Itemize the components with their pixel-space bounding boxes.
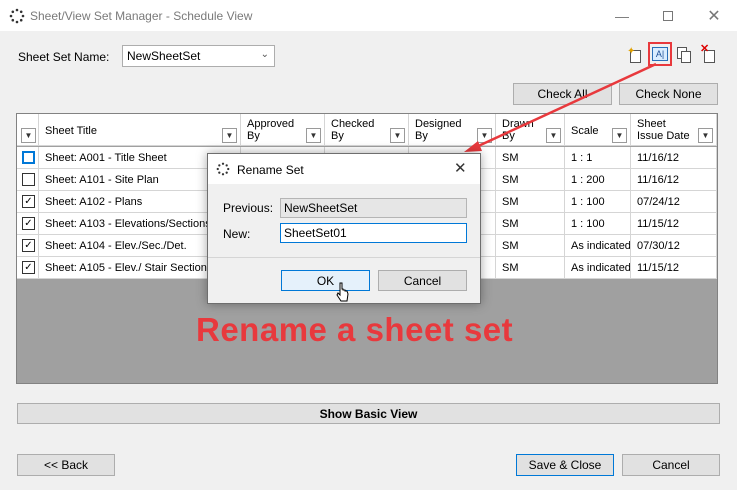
- ok-button[interactable]: OK: [281, 270, 370, 291]
- column-header-label: Approved By: [247, 118, 295, 142]
- table-cell[interactable]: 1 : 1: [565, 147, 631, 169]
- table-cell[interactable]: SM: [496, 147, 565, 169]
- column-header[interactable]: Sheet Title ▼: [39, 114, 241, 146]
- dialog-cancel-button[interactable]: Cancel: [378, 270, 467, 291]
- column-filter-dropdown[interactable]: ▼: [546, 128, 561, 143]
- new-name-input[interactable]: SheetSet01: [280, 223, 467, 243]
- table-cell[interactable]: As indicated: [565, 235, 631, 257]
- column-header[interactable]: ▼: [17, 114, 39, 146]
- row-checkbox-cell[interactable]: [17, 147, 39, 169]
- cancel-button[interactable]: Cancel: [622, 454, 720, 476]
- minimize-icon: —: [615, 7, 629, 24]
- column-header-label: Scale: [571, 125, 599, 137]
- close-icon: ✕: [707, 7, 721, 25]
- save-close-button[interactable]: Save & Close: [516, 454, 614, 476]
- close-icon[interactable]: ✕: [454, 159, 467, 177]
- app-icon: [9, 8, 25, 24]
- row-checkbox[interactable]: ✓: [22, 239, 35, 252]
- sheet-set-name-value: NewSheetSet: [127, 49, 201, 63]
- duplicate-set-icon[interactable]: [677, 47, 693, 63]
- new-label: New:: [223, 227, 251, 241]
- table-cell[interactable]: As indicated: [565, 257, 631, 279]
- table-cell[interactable]: SM: [496, 213, 565, 235]
- column-filter-dropdown[interactable]: ▼: [306, 128, 321, 143]
- table-cell[interactable]: 1 : 100: [565, 191, 631, 213]
- column-header-label: Designed By: [415, 118, 462, 142]
- row-checkbox-cell[interactable]: ✓: [17, 257, 39, 279]
- column-header-label: Sheet Title: [45, 125, 97, 137]
- column-header-label: Drawn By: [502, 118, 534, 142]
- column-header-label: Sheet Issue Date: [637, 118, 690, 142]
- column-header[interactable]: Approved By ▼: [241, 114, 325, 146]
- dialog-title-bar: Rename Set ✕: [208, 154, 480, 184]
- previous-label: Previous:: [223, 201, 274, 215]
- table-cell[interactable]: SM: [496, 257, 565, 279]
- dialog-title: Rename Set: [237, 163, 304, 177]
- table-cell[interactable]: 1 : 200: [565, 169, 631, 191]
- row-checkbox-cell[interactable]: ✓: [17, 235, 39, 257]
- chevron-down-icon: ⌄: [260, 49, 269, 60]
- previous-name-field: NewSheetSet: [280, 198, 467, 218]
- title-bar: Sheet/View Set Manager - Schedule View —…: [0, 0, 737, 31]
- row-checkbox[interactable]: [22, 151, 35, 164]
- table-cell[interactable]: SM: [496, 235, 565, 257]
- row-checkbox-cell[interactable]: [17, 169, 39, 191]
- maximize-button[interactable]: [645, 0, 691, 31]
- table-cell[interactable]: SM: [496, 169, 565, 191]
- row-checkbox-cell[interactable]: ✓: [17, 213, 39, 235]
- table-cell[interactable]: 07/24/12: [631, 191, 717, 213]
- table-cell[interactable]: 1 : 100: [565, 213, 631, 235]
- maximize-icon: [663, 10, 673, 21]
- minimize-button[interactable]: —: [599, 0, 645, 31]
- show-basic-view-button[interactable]: Show Basic View: [17, 403, 720, 424]
- column-header[interactable]: Sheet Issue Date ▼: [631, 114, 717, 146]
- row-checkbox[interactable]: ✓: [22, 195, 35, 208]
- sheet-set-name-dropdown[interactable]: NewSheetSet ⌄: [122, 45, 275, 67]
- column-filter-dropdown[interactable]: ▼: [612, 128, 627, 143]
- column-filter-dropdown[interactable]: ▼: [390, 128, 405, 143]
- table-cell[interactable]: SM: [496, 191, 565, 213]
- check-all-button[interactable]: Check All: [513, 83, 612, 105]
- new-set-icon[interactable]: ✦: [627, 46, 643, 64]
- row-checkbox[interactable]: [22, 173, 35, 186]
- sheet-set-name-label: Sheet Set Name:: [18, 50, 110, 64]
- table-cell[interactable]: 11/15/12: [631, 257, 717, 279]
- row-checkbox-cell[interactable]: ✓: [17, 191, 39, 213]
- table-cell[interactable]: 07/30/12: [631, 235, 717, 257]
- table-cell[interactable]: 11/16/12: [631, 169, 717, 191]
- column-header[interactable]: Designed By ▼: [409, 114, 496, 146]
- column-header[interactable]: Scale ▼: [565, 114, 631, 146]
- column-header-label: Checked By: [331, 118, 375, 142]
- check-none-button[interactable]: Check None: [619, 83, 718, 105]
- annotation-caption: Rename a sheet set: [196, 311, 514, 348]
- table-cell[interactable]: 11/15/12: [631, 213, 717, 235]
- column-filter-dropdown[interactable]: ▼: [222, 128, 237, 143]
- close-button[interactable]: ✕: [691, 0, 737, 31]
- row-checkbox[interactable]: ✓: [22, 217, 35, 230]
- column-filter-dropdown[interactable]: ▼: [698, 128, 713, 143]
- column-filter-dropdown[interactable]: ▼: [21, 128, 36, 143]
- column-filter-dropdown[interactable]: ▼: [477, 128, 492, 143]
- app-icon: [216, 162, 230, 176]
- window-title: Sheet/View Set Manager - Schedule View: [30, 9, 253, 23]
- rename-set-icon[interactable]: A|: [652, 47, 668, 61]
- dialog-divider: [208, 257, 480, 258]
- column-header[interactable]: Checked By ▼: [325, 114, 409, 146]
- delete-set-icon[interactable]: ✕: [700, 43, 718, 63]
- column-header[interactable]: Drawn By ▼: [496, 114, 565, 146]
- mouse-cursor-icon: [336, 282, 349, 302]
- rename-set-dialog: Rename Set ✕ Previous: NewSheetSet New: …: [207, 153, 481, 304]
- row-checkbox[interactable]: ✓: [22, 261, 35, 274]
- table-cell[interactable]: 11/16/12: [631, 147, 717, 169]
- back-button[interactable]: << Back: [17, 454, 115, 476]
